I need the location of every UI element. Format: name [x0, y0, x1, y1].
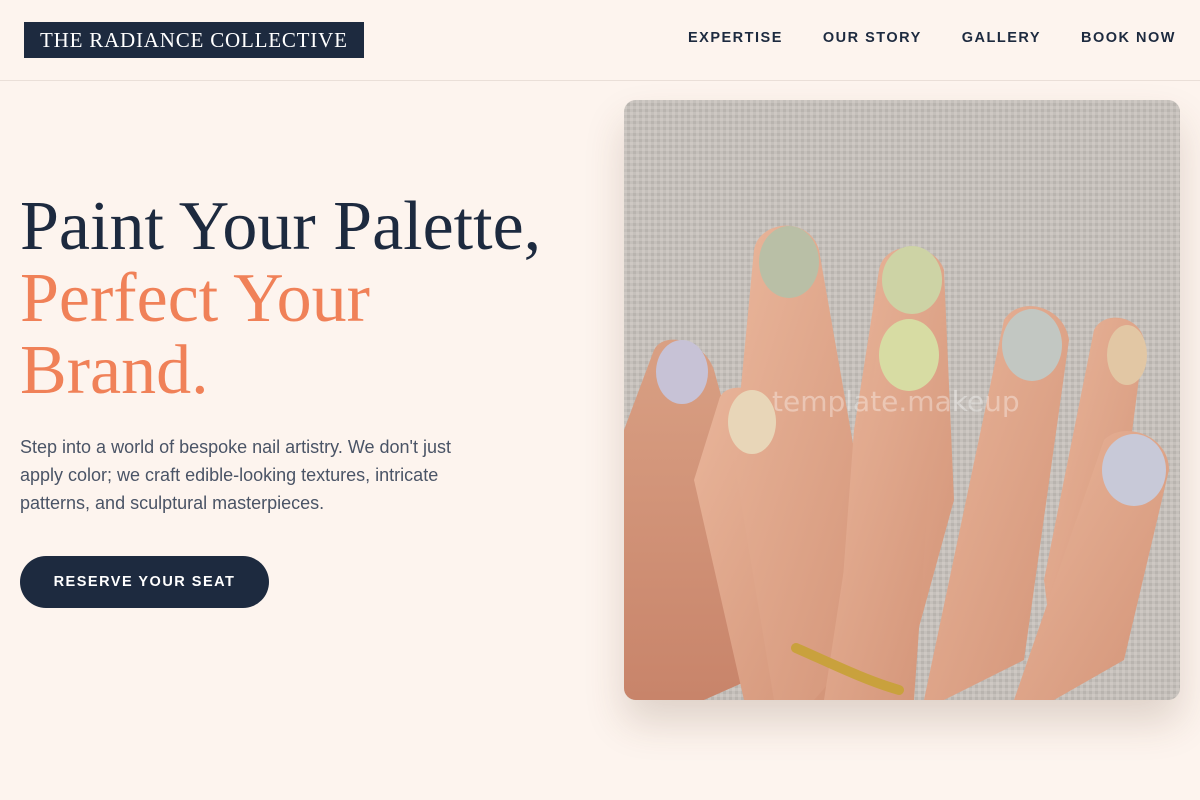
site-header: THE RADIANCE COLLECTIVE EXPERTISE OUR ST…	[0, 0, 1200, 81]
nav-link-gallery[interactable]: GALLERY	[962, 30, 1041, 46]
hero-title-line1: Paint Your Palette,	[20, 188, 542, 265]
nav-link-book-now[interactable]: BOOK NOW	[1081, 30, 1176, 46]
main-nav: EXPERTISE OUR STORY GALLERY BOOK NOW	[688, 30, 1176, 46]
nav-link-expertise[interactable]: EXPERTISE	[688, 30, 783, 46]
hero-nail-image	[624, 100, 1180, 700]
hero-description: Step into a world of bespoke nail artist…	[20, 437, 451, 513]
hero-title: Paint Your Palette, Perfect Your Brand.	[20, 191, 610, 407]
reserve-seat-button[interactable]: RESERVE YOUR SEAT	[20, 556, 269, 608]
brand-logo[interactable]: THE RADIANCE COLLECTIVE	[24, 22, 364, 58]
nail-photo-illustration	[624, 100, 1180, 700]
hero-title-line2: Perfect Your Brand.	[20, 260, 370, 409]
nav-link-our-story[interactable]: OUR STORY	[823, 30, 922, 46]
